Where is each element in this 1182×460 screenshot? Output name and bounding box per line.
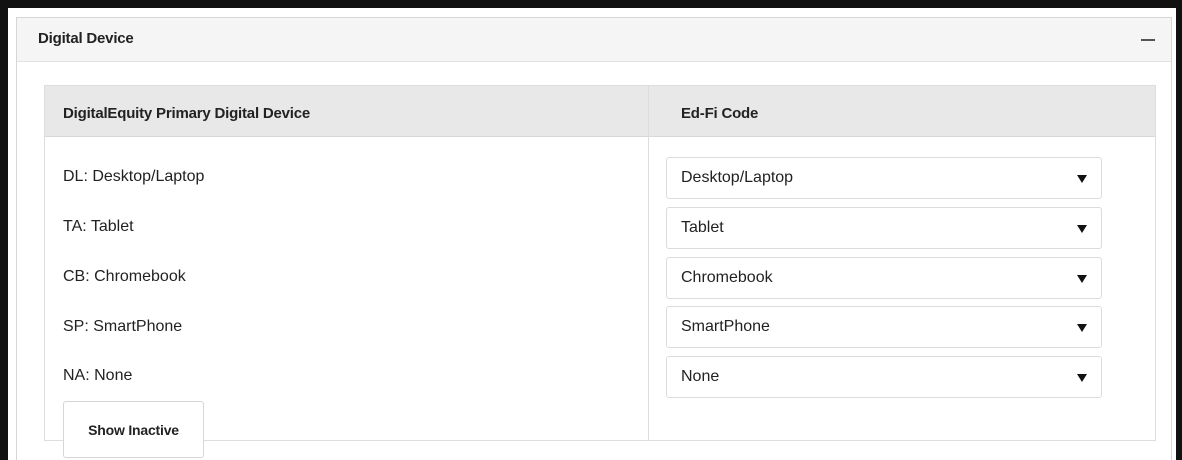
caret-down-icon — [1077, 275, 1087, 283]
minus-icon[interactable] — [1139, 32, 1157, 48]
table-header: DigitalEquity Primary Digital Device Ed-… — [45, 86, 1155, 137]
select-value: Chromebook — [681, 269, 773, 286]
row-label-desktop-laptop: DL: Desktop/Laptop — [63, 168, 205, 185]
select-value: SmartPhone — [681, 318, 770, 335]
edfi-code-select-none[interactable]: None — [666, 356, 1102, 398]
caret-down-icon — [1077, 175, 1087, 183]
edfi-code-select-desktop-laptop[interactable]: Desktop/Laptop — [666, 157, 1102, 199]
panel-header[interactable]: Digital Device — [17, 18, 1171, 62]
column-header-digitalequity: DigitalEquity Primary Digital Device — [63, 105, 311, 122]
select-value: Desktop/Laptop — [681, 169, 794, 186]
edfi-code-select-smartphone[interactable]: SmartPhone — [666, 306, 1102, 348]
select-value: Tablet — [681, 219, 724, 236]
select-value: None — [681, 368, 720, 385]
edfi-code-select-tablet[interactable]: Tablet — [666, 207, 1102, 249]
edfi-code-select-chromebook[interactable]: Chromebook — [666, 257, 1102, 299]
caret-down-icon — [1077, 374, 1087, 382]
window-frame-right — [1176, 0, 1182, 460]
column-divider — [648, 86, 649, 440]
row-label-smartphone: SP: SmartPhone — [63, 318, 183, 335]
show-inactive-label: Show Inactive — [88, 422, 179, 438]
window-frame-left — [0, 0, 8, 460]
row-label-none: NA: None — [63, 367, 133, 384]
digital-device-panel: Digital Device DigitalEquity Primary Dig… — [16, 17, 1172, 460]
row-label-tablet: TA: Tablet — [63, 218, 134, 235]
panel-title: Digital Device — [38, 30, 134, 47]
caret-down-icon — [1077, 225, 1087, 233]
window-frame-top — [0, 0, 1182, 8]
show-inactive-button[interactable]: Show Inactive — [63, 401, 204, 458]
column-header-edfi-code: Ed-Fi Code — [681, 105, 759, 122]
mapping-table: DigitalEquity Primary Digital Device Ed-… — [44, 85, 1156, 458]
row-label-chromebook: CB: Chromebook — [63, 268, 186, 285]
caret-down-icon — [1077, 324, 1087, 332]
